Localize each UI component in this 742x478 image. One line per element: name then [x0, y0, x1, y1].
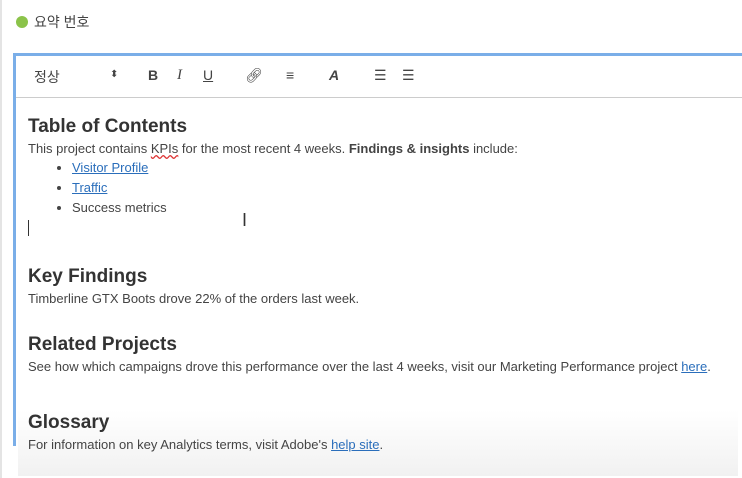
related-text: See how which campaigns drove this perfo…	[28, 359, 742, 374]
visitor-profile-link[interactable]: Visitor Profile	[72, 160, 148, 175]
editor-content[interactable]: Table of Contents This project contains …	[16, 98, 742, 392]
italic-button[interactable]: I	[177, 67, 182, 84]
related-heading: Related Projects	[28, 334, 177, 355]
related-body: See how which campaigns drove this perfo…	[28, 359, 682, 374]
period: .	[707, 359, 711, 374]
here-link[interactable]: here	[681, 359, 707, 374]
text-cursor	[28, 220, 29, 236]
key-findings-heading: Key Findings	[28, 266, 148, 287]
traffic-link[interactable]: Traffic	[72, 180, 107, 195]
bold-button[interactable]: B	[148, 67, 158, 83]
toc-heading: Table of Contents	[28, 116, 188, 137]
intro-text: This project contains	[28, 141, 151, 156]
key-findings-text: Timberline GTX Boots drove 22% of the or…	[28, 291, 360, 306]
section-title: 요약 번호	[16, 12, 89, 32]
intro-text: for the most recent 4 weeks.	[178, 141, 349, 156]
link-icon[interactable]: 🔗︎	[245, 67, 263, 84]
toc-list: Visitor Profile Traffic Success metrics	[28, 160, 742, 215]
bullet-list-icon[interactable]: ☰	[402, 67, 415, 84]
help-site-link[interactable]: help site	[331, 437, 379, 452]
glossary-text: For information on key Analytics terms, …	[28, 437, 383, 452]
align-icon[interactable]: ≡	[286, 67, 294, 83]
ordered-list-icon[interactable]: ☰	[374, 67, 387, 84]
list-item: Visitor Profile	[72, 160, 742, 175]
select-arrows-icon[interactable]: ⬍	[110, 69, 118, 80]
kpi-word: KPIs	[150, 141, 179, 156]
underline-button[interactable]: U	[203, 67, 213, 83]
status-dot-icon	[16, 16, 28, 28]
format-select[interactable]: 정상	[34, 67, 60, 87]
left-edge	[0, 0, 2, 478]
rich-text-editor[interactable]: 정상 ⬍ B I U 🔗︎ ≡ A ☰ ☰ Table of Contents …	[13, 53, 742, 446]
glossary-body: For information on key Analytics terms, …	[28, 437, 332, 452]
section-title-text: 요약 번호	[34, 14, 90, 30]
glossary-section: Glossary For information on key Analytic…	[28, 412, 383, 452]
intro-text: include:	[469, 141, 518, 156]
text-color-icon[interactable]: A	[329, 67, 339, 83]
ibeam-cursor-icon: I	[242, 210, 248, 230]
editor-toolbar: 정상 ⬍ B I U 🔗︎ ≡ A ☰ ☰	[16, 56, 742, 98]
period: .	[379, 437, 384, 452]
toc-intro: This project contains KPIs for the most …	[28, 141, 742, 156]
list-item: Success metrics	[72, 200, 742, 215]
intro-bold: Findings & insights	[348, 141, 470, 156]
list-item: Traffic	[72, 180, 742, 195]
glossary-heading: Glossary	[28, 412, 110, 433]
